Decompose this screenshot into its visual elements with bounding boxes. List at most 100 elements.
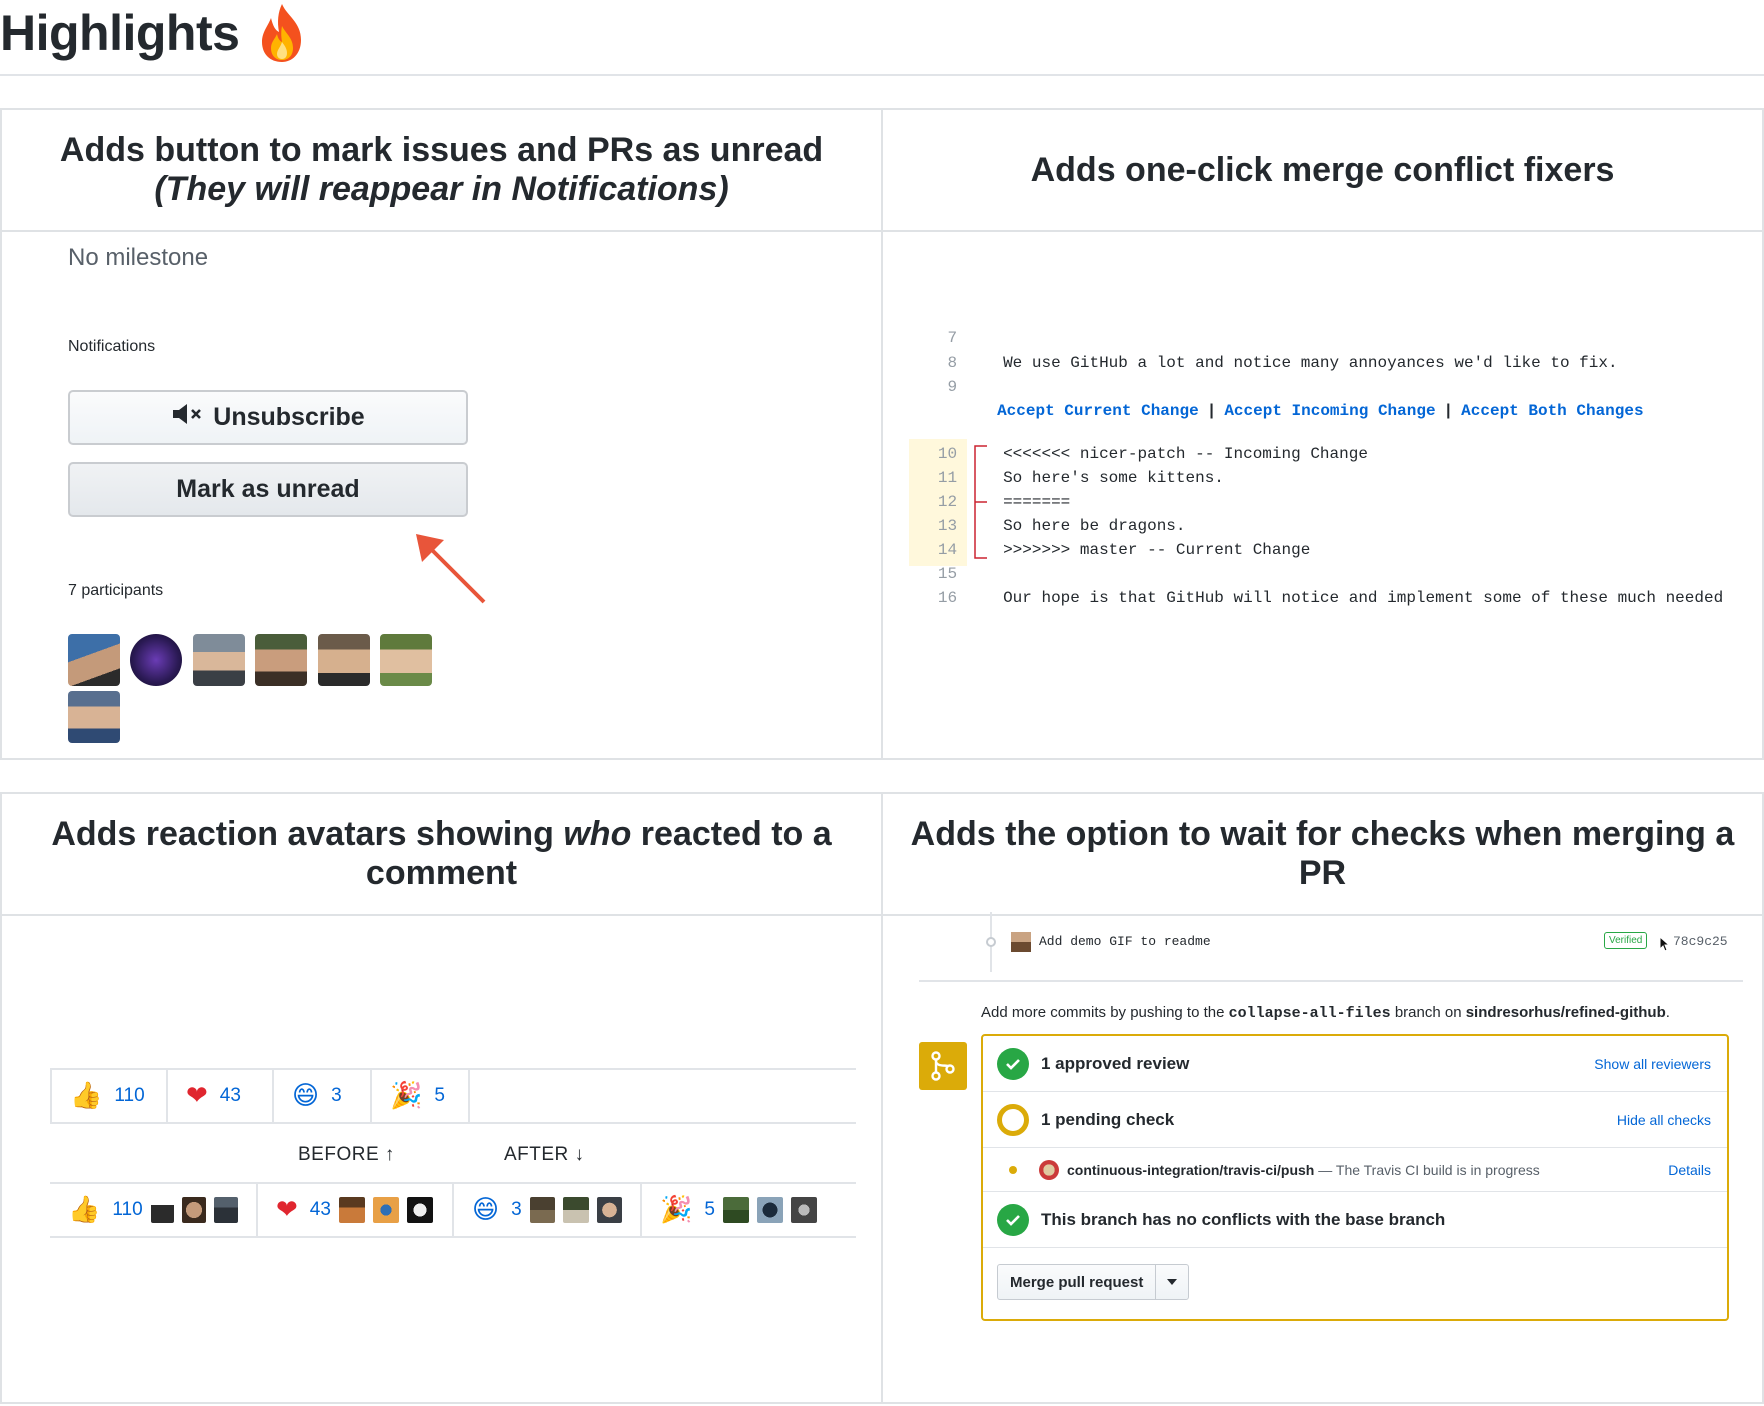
avatar[interactable] <box>68 634 120 686</box>
reactions-after: 👍 110 ❤ 43 😄 3 🎉 5 <box>50 1182 856 1238</box>
repo-name[interactable]: sindresorhus/refined-github <box>1466 1004 1666 1021</box>
pending-dot-icon <box>1009 1165 1017 1174</box>
pending-check-text: 1 pending check <box>1041 1109 1175 1129</box>
before-label: BEFORE ↑ <box>298 1144 395 1165</box>
avatar[interactable] <box>756 1197 783 1223</box>
reaction-count: 3 <box>331 1085 342 1106</box>
accept-incoming-change-link[interactable]: Accept Incoming Change <box>1224 402 1435 420</box>
line-number: 12 <box>937 493 958 511</box>
line-number: 8 <box>947 354 958 372</box>
reaction-tada[interactable]: 🎉 5 <box>372 1070 470 1122</box>
conflicts-row: This branch has no conflicts with the ba… <box>983 1192 1727 1248</box>
avatar[interactable] <box>529 1197 556 1223</box>
mute-icon <box>171 402 205 433</box>
smile-icon: 😄 <box>292 1081 320 1111</box>
avatar[interactable] <box>182 1197 207 1223</box>
avatar[interactable] <box>406 1197 433 1223</box>
avatar[interactable] <box>192 634 245 686</box>
avatar[interactable] <box>790 1197 817 1223</box>
mark-as-unread-label: Mark as unread <box>176 475 360 503</box>
commit-divider <box>919 980 1743 982</box>
header-reactions-part1: Adds reaction avatars showing <box>51 815 564 853</box>
header-reactions: Adds reaction avatars showing who reacte… <box>0 792 883 916</box>
participants-avatars <box>68 634 468 743</box>
reaction-count: 5 <box>434 1085 445 1106</box>
line-number: 15 <box>937 565 958 583</box>
separator: | <box>1206 402 1217 420</box>
participants-heading: 7 participants <box>68 582 164 599</box>
travis-icon <box>1039 1159 1059 1180</box>
avatar[interactable] <box>380 634 433 686</box>
reaction-count: 43 <box>309 1199 331 1220</box>
reaction-smile[interactable]: 😄 3 <box>274 1070 372 1122</box>
merge-options-dropdown[interactable] <box>1156 1265 1188 1299</box>
mark-as-unread-button[interactable]: Mark as unread <box>68 462 468 517</box>
line-text: We use GitHub a lot and notice many anno… <box>1003 354 1618 372</box>
conflict-bracket-icon <box>974 445 988 559</box>
branch-name[interactable]: collapse-all-files <box>1229 1005 1391 1022</box>
hide-all-checks-link[interactable]: Hide all checks <box>1617 1112 1711 1128</box>
accept-both-changes-link[interactable]: Accept Both Changes <box>1461 402 1643 420</box>
smile-icon: 😄 <box>472 1195 500 1225</box>
avatar[interactable] <box>214 1197 239 1223</box>
unsubscribe-button[interactable]: Unsubscribe <box>68 390 468 445</box>
reaction-thumbsup[interactable]: 👍 110 <box>50 1184 258 1236</box>
conflict-actions: Accept Current Change | Accept Incoming … <box>997 399 1644 423</box>
reaction-tada[interactable]: 🎉 5 <box>642 1184 852 1236</box>
commit-sha[interactable]: 78c9c25 <box>1673 934 1728 949</box>
code-view: 7 8 We use GitHub a lot and notice many a… <box>883 232 1763 758</box>
highlights-table-top: Adds button to mark issues and PRs as un… <box>0 108 1764 760</box>
commit-message[interactable]: Add demo GIF to readme <box>1039 934 1211 949</box>
unsubscribe-label: Unsubscribe <box>213 403 365 431</box>
avatar[interactable] <box>563 1197 589 1223</box>
avatar[interactable] <box>68 691 120 743</box>
reaction-count: 110 <box>114 1085 145 1106</box>
commit-row: Add demo GIF to readme Verified 78c9c25 <box>986 912 1743 972</box>
header-mark-unread-line1: Adds button to mark issues and PRs as un… <box>59 131 824 169</box>
add-more-suffix: . <box>1665 1004 1670 1021</box>
cell-wait-checks: Add demo GIF to readme Verified 78c9c25 … <box>881 912 1764 1404</box>
merge-box: 1 approved review Show all reviewers 1 p… <box>981 1034 1729 1321</box>
merge-icon <box>919 1042 967 1090</box>
avatar[interactable] <box>130 634 183 686</box>
milestone-text: No milestone <box>68 244 209 271</box>
cell-reactions: 👍 110 ❤ 43 😄 3 🎉 5 BEFORE ↑ AFTER ↓ 👍 110 ❤ 43 <box>0 914 883 1404</box>
line-number: 7 <box>947 329 958 347</box>
avatar[interactable] <box>1011 932 1031 952</box>
avatar[interactable] <box>596 1197 622 1223</box>
avatar[interactable] <box>338 1197 365 1223</box>
line-text: >>>>>>> master -- Current Change <box>1003 541 1311 559</box>
line-number: 13 <box>937 517 958 535</box>
line-number: 10 <box>937 445 958 463</box>
reaction-smile[interactable]: 😄 3 <box>454 1184 642 1236</box>
check-description: — The Travis CI build is in progress <box>1314 1161 1540 1178</box>
line-text: ======= <box>1003 493 1071 511</box>
reaction-heart[interactable]: ❤ 43 <box>258 1184 454 1236</box>
pending-icon <box>997 1103 1029 1136</box>
show-all-reviewers-link[interactable]: Show all reviewers <box>1594 1056 1711 1072</box>
add-more-prefix: Add more commits by pushing to the <box>981 1004 1229 1021</box>
line-text: <<<<<<< nicer-patch -- Incoming Change <box>1003 445 1368 463</box>
thumbsup-icon: 👍 <box>68 1195 101 1225</box>
avatar[interactable] <box>255 634 308 686</box>
details-link[interactable]: Details <box>1668 1162 1711 1178</box>
check-icon <box>997 1203 1029 1236</box>
avatar[interactable] <box>722 1197 749 1223</box>
avatar[interactable] <box>150 1197 175 1223</box>
avatar[interactable] <box>317 634 370 686</box>
caret-down-icon <box>1167 1279 1178 1285</box>
reaction-thumbsup[interactable]: 👍 110 <box>52 1070 168 1122</box>
cell-mark-unread: No milestone Notifications Unsubscribe M… <box>0 230 884 760</box>
verified-badge[interactable]: Verified <box>1604 932 1648 949</box>
reaction-count: 43 <box>219 1085 241 1106</box>
avatar[interactable] <box>372 1197 399 1223</box>
check-icon <box>997 1047 1029 1080</box>
line-number: 11 <box>937 469 958 487</box>
accept-current-change-link[interactable]: Accept Current Change <box>997 402 1199 420</box>
fire-icon <box>253 2 311 64</box>
add-more-mid: branch on <box>1390 1004 1466 1021</box>
reaction-heart[interactable]: ❤ 43 <box>168 1070 274 1122</box>
reaction-count: 110 <box>112 1199 143 1220</box>
merge-pull-request-button[interactable]: Merge pull request <box>998 1265 1157 1299</box>
line-text: So here's some kittens. <box>1003 469 1224 487</box>
